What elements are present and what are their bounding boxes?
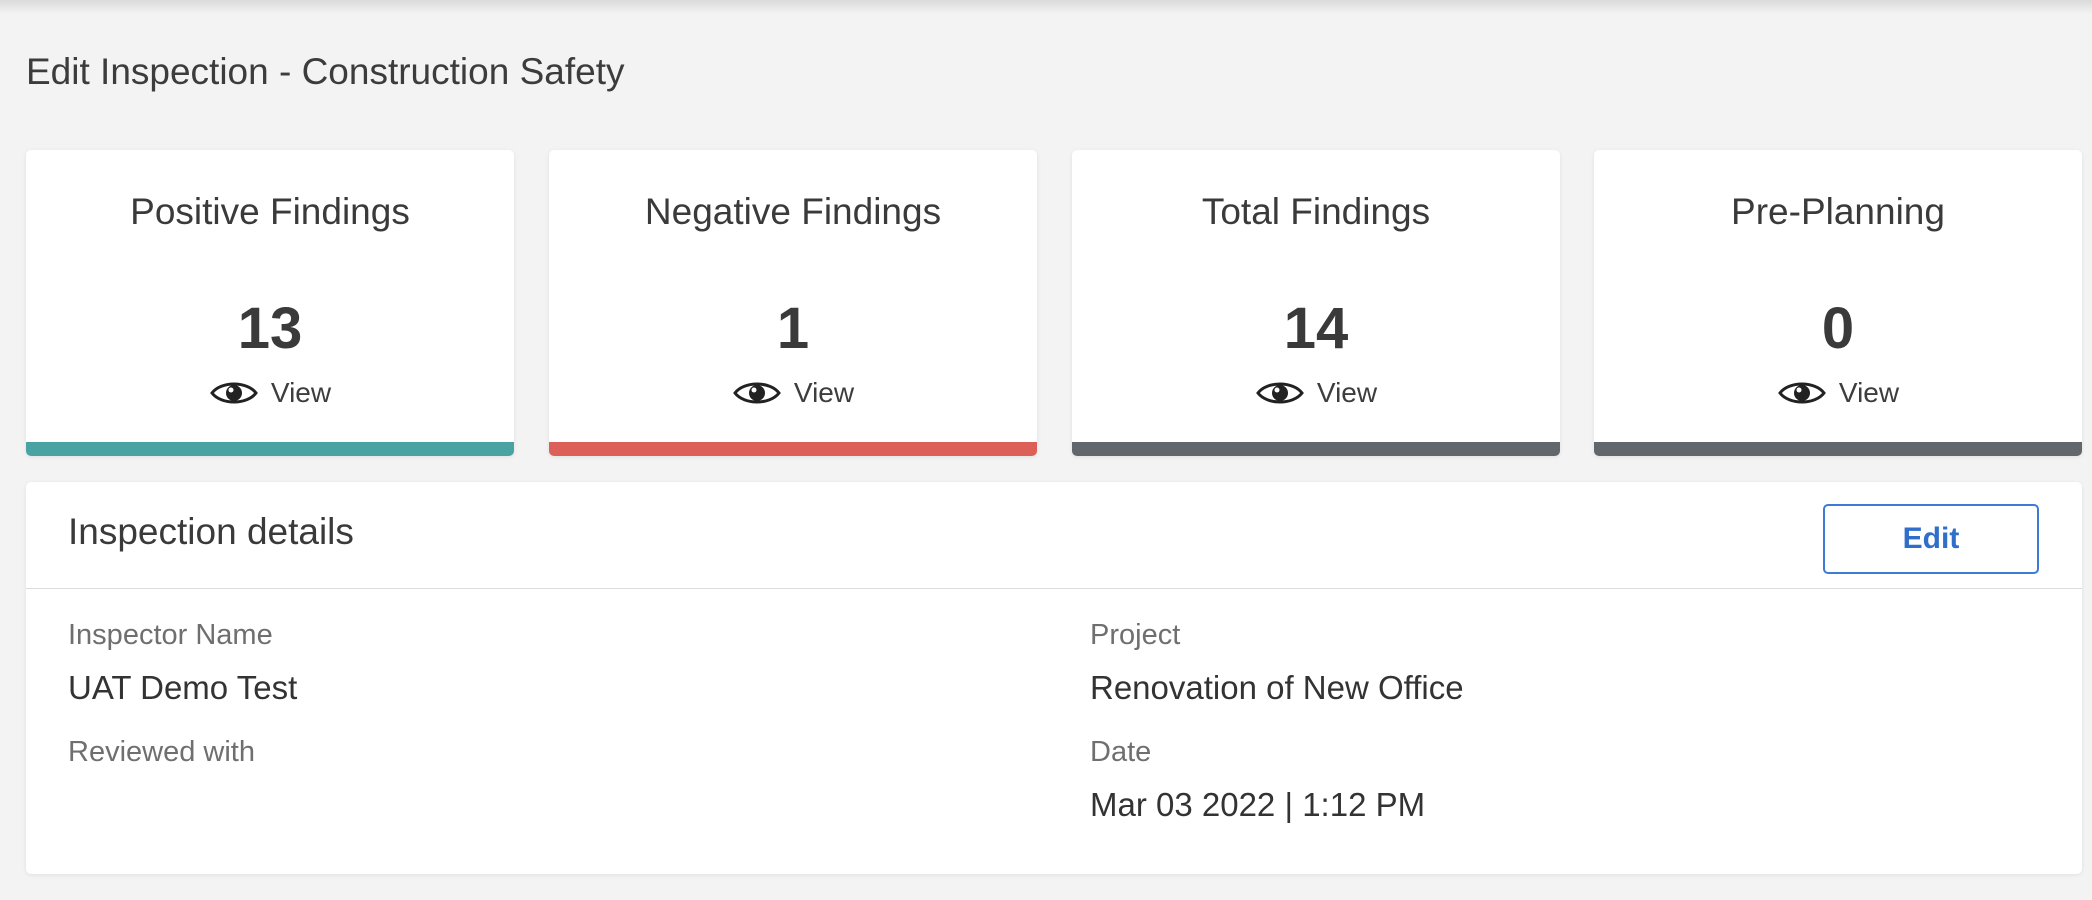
total-accent-bar xyxy=(1072,442,1560,456)
positive-findings-count: 13 xyxy=(237,296,303,361)
reviewed-with-label: Reviewed with xyxy=(68,736,255,768)
project-label: Project xyxy=(1090,619,1181,651)
positive-findings-title: Positive Findings xyxy=(130,191,410,232)
inspector-name-label: Inspector Name xyxy=(68,619,273,651)
view-label: View xyxy=(1316,377,1378,408)
total-findings-card: Total Findings 14 View xyxy=(1072,150,1560,456)
eye-icon xyxy=(733,382,781,404)
negative-accent-bar xyxy=(549,442,1037,456)
inspection-details-title: Inspection details xyxy=(68,511,354,552)
date-label: Date xyxy=(1090,736,1152,768)
pre-planning-view-link[interactable]: View xyxy=(1594,376,2082,410)
negative-findings-card: Negative Findings 1 View xyxy=(549,150,1037,456)
positive-findings-card: Positive Findings 13 View xyxy=(26,150,514,456)
pre-planning-title: Pre-Planning xyxy=(1731,191,1945,232)
page-title: Edit Inspection - Construction Safety xyxy=(26,51,625,92)
positive-accent-bar xyxy=(26,442,514,456)
inspector-name-value: UAT Demo Test xyxy=(68,669,298,706)
header-shadow xyxy=(0,0,2092,14)
view-label: View xyxy=(1838,377,1900,408)
negative-findings-count: 1 xyxy=(776,296,810,361)
pre-planning-card: Pre-Planning 0 View xyxy=(1594,150,2082,456)
edit-button[interactable]: Edit xyxy=(1823,504,2039,574)
project-value: Renovation of New Office xyxy=(1090,669,1464,706)
view-label: View xyxy=(793,377,855,408)
eye-icon xyxy=(210,382,258,404)
date-value: Mar 03 2022 | 1:12 PM xyxy=(1090,786,1426,823)
total-findings-view-link[interactable]: View xyxy=(1072,376,1560,410)
view-label: View xyxy=(270,377,332,408)
pre-planning-count: 0 xyxy=(1821,296,1855,361)
eye-icon xyxy=(1778,382,1826,404)
inspection-details-panel: Inspection details Edit Inspector Name U… xyxy=(26,482,2082,874)
negative-findings-view-link[interactable]: View xyxy=(549,376,1037,410)
total-findings-count: 14 xyxy=(1283,296,1349,361)
inspection-details-header: Inspection details Edit xyxy=(26,482,2082,589)
eye-icon xyxy=(1256,382,1304,404)
positive-findings-view-link[interactable]: View xyxy=(26,376,514,410)
summary-cards: Positive Findings 13 View Negative Findi… xyxy=(26,150,2082,456)
pre-planning-accent-bar xyxy=(1594,442,2082,456)
total-findings-title: Total Findings xyxy=(1201,191,1431,232)
negative-findings-title: Negative Findings xyxy=(644,191,942,232)
